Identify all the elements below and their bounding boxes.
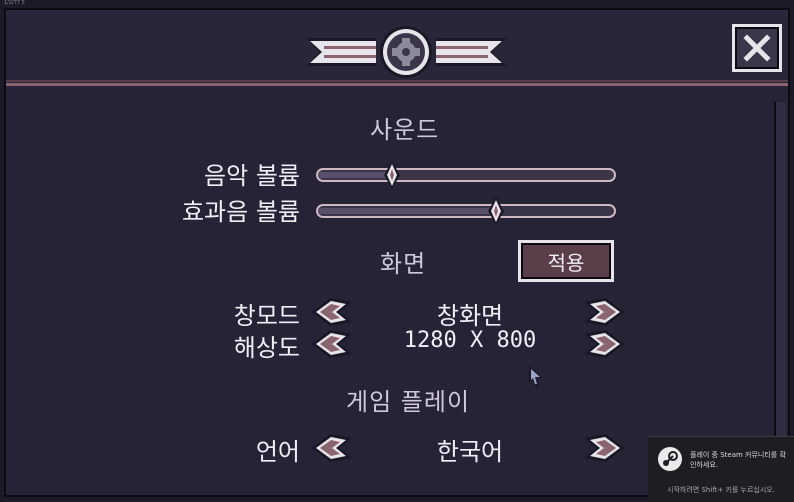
language-prev-arrow-icon[interactable] (310, 432, 354, 464)
music-volume-thumb[interactable] (383, 160, 401, 190)
section-title-gameplay: 게임 플레이 (346, 388, 471, 416)
section-title-sound: 사운드 (370, 116, 440, 144)
close-button[interactable] (732, 24, 782, 72)
sfx-volume-thumb[interactable] (487, 196, 505, 226)
settings-panel: 사운드 음악 볼륨 효과음 볼륨 화면 적용 창모드 창화면 해상도 1280 … (4, 8, 790, 497)
music-volume-slider[interactable] (316, 161, 616, 189)
music-volume-fill (318, 172, 392, 178)
window-mode-label: 창모드 (233, 302, 300, 330)
resolution-prev-arrow-icon[interactable] (310, 328, 354, 360)
resolution-next-arrow-icon[interactable] (582, 328, 626, 360)
language-next-arrow-icon[interactable] (582, 432, 626, 464)
language-value: 한국어 (436, 438, 504, 466)
sfx-volume-label: 효과음 볼륨 (181, 198, 300, 226)
section-title-screen: 화면 (380, 250, 427, 278)
resolution-label: 해상도 (233, 334, 300, 362)
steam-notification[interactable]: 플레이 중 Steam 커뮤니티를 확인하세요. 시작하려면 Shift+ 키를… (648, 436, 794, 502)
apply-button[interactable]: 적용 (518, 240, 614, 282)
header-divider (6, 80, 788, 82)
window-corner-text: 1/2/77 5 (4, 0, 25, 6)
steam-icon (658, 447, 682, 471)
sfx-volume-slider[interactable] (316, 197, 616, 225)
scrollbar[interactable] (774, 102, 786, 490)
steam-notification-footer: 시작하려면 Shift+ 키를 누르십시오. (667, 486, 775, 494)
window-mode-next-arrow-icon[interactable] (582, 296, 626, 328)
gear-emblem-icon (306, 26, 506, 78)
language-label: 언어 (255, 438, 300, 466)
close-icon (743, 34, 771, 62)
resolution-value: 1280 X 800 (403, 328, 537, 353)
header-bar (6, 10, 788, 86)
sfx-volume-fill (318, 208, 496, 214)
window-mode-value: 창화면 (436, 302, 504, 330)
music-volume-label: 음악 볼륨 (204, 162, 300, 190)
window-mode-prev-arrow-icon[interactable] (310, 296, 354, 328)
mouse-cursor-icon (529, 366, 543, 387)
steam-notification-message: 플레이 중 Steam 커뮤니티를 확인하세요. (690, 451, 786, 469)
